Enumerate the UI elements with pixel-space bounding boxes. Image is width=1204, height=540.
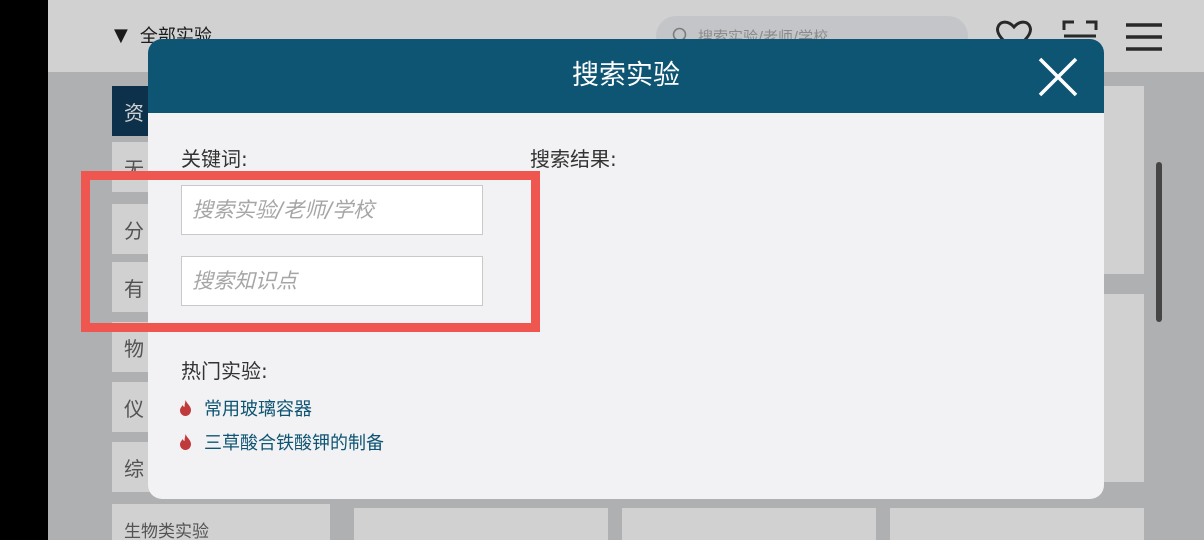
close-icon[interactable] <box>1036 55 1080 99</box>
flame-icon <box>180 434 191 450</box>
modal-title: 搜索实验 <box>572 60 680 91</box>
annotation-highlight-box <box>81 171 540 332</box>
flame-icon <box>180 400 191 416</box>
hot-experiment-link[interactable]: 常用玻璃容器 <box>179 395 312 421</box>
left-edge-strip <box>0 0 48 540</box>
hot-experiment-label: 三草酸合铁酸钾的制备 <box>204 433 384 454</box>
keyword-label: 关键词: <box>181 147 248 171</box>
hot-experiment-label: 常用玻璃容器 <box>204 399 312 420</box>
hot-experiment-link[interactable]: 三草酸合铁酸钾的制备 <box>179 429 384 455</box>
hot-experiments-label: 热门实验: <box>181 359 268 383</box>
results-label: 搜索结果: <box>530 147 617 171</box>
